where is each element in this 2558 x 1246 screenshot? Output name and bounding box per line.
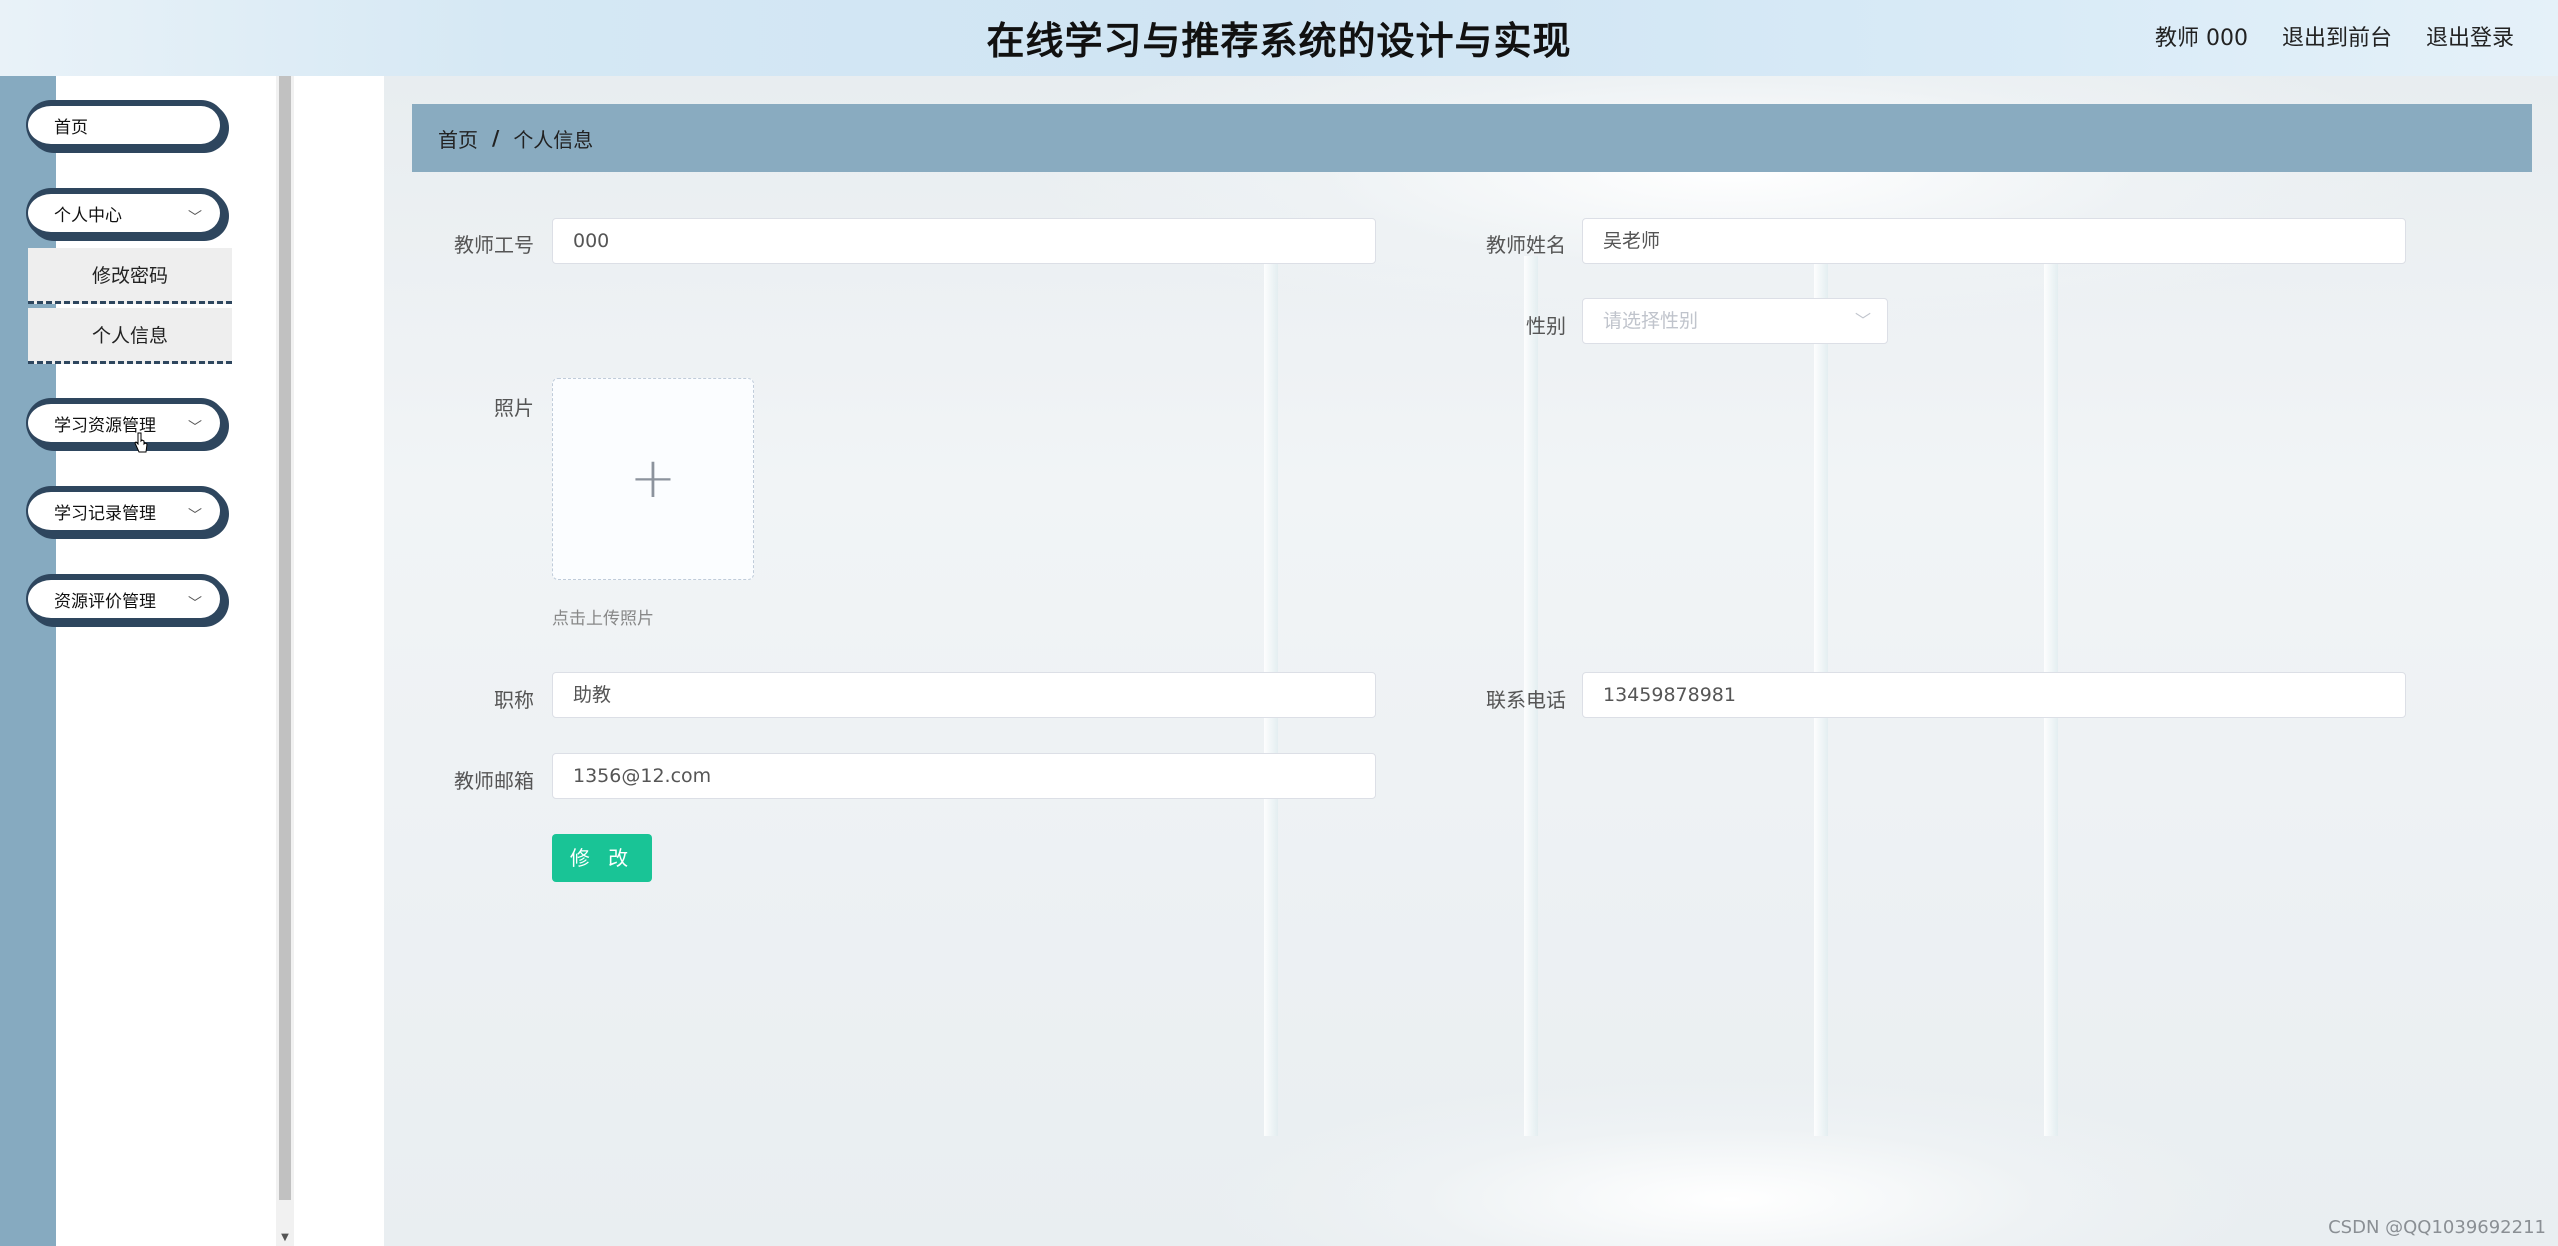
scroll-down-icon[interactable]: ▼ — [279, 1232, 291, 1244]
hand-cursor-icon — [134, 432, 148, 453]
gender-select-placeholder: 请选择性别 — [1603, 310, 1699, 332]
submenu-personal-info[interactable]: 个人信息 — [28, 308, 232, 364]
current-user: 教师 000 — [2154, 26, 2248, 51]
job-title-input[interactable]: 助教 — [552, 672, 1376, 718]
gender-select[interactable]: 请选择性别 ﹀ — [1582, 298, 1888, 344]
modify-button[interactable]: 修 改 — [552, 834, 652, 882]
breadcrumb: 首页 / 个人信息 — [412, 104, 2532, 172]
breadcrumb-current: 个人信息 — [513, 127, 594, 152]
sidebar-spacer — [294, 76, 384, 1246]
chevron-down-icon: ﹀ — [188, 210, 202, 226]
photo-label: 照片 — [494, 396, 534, 420]
sidebar-item-label: 学习记录管理 — [54, 503, 156, 524]
exit-to-front-link[interactable]: 退出到前台 — [2282, 20, 2392, 52]
watermark: CSDN @QQ1039692211 — [2328, 1217, 2546, 1238]
phone-input[interactable]: 13459878981 — [1582, 672, 2406, 718]
sidebar-item-label: 首页 — [54, 117, 88, 138]
teacher-name-label: 教师姓名 — [1486, 233, 1566, 257]
sidebar-scrollbar-thumb[interactable] — [279, 76, 291, 1200]
email-label: 教师邮箱 — [454, 769, 534, 793]
chevron-down-icon: ﹀ — [188, 508, 202, 524]
breadcrumb-separator: / — [492, 126, 500, 150]
teacher-id-label: 教师工号 — [454, 233, 534, 257]
sidebar-item-resource-management[interactable]: 学习资源管理 ﹀ — [26, 398, 226, 448]
chevron-down-icon: ﹀ — [188, 420, 202, 436]
teacher-id-input[interactable]: 000 — [552, 218, 1376, 264]
logout-link[interactable]: 退出登录 — [2426, 20, 2514, 52]
gender-label: 性别 — [1526, 314, 1566, 338]
teacher-name-input[interactable]: 吴老师 — [1582, 218, 2406, 264]
sidebar-item-label: 资源评价管理 — [54, 591, 156, 612]
phone-label: 联系电话 — [1486, 688, 1566, 712]
chevron-down-icon: ﹀ — [1854, 311, 1871, 330]
sidebar-item-home[interactable]: 首页 — [26, 100, 226, 150]
upload-hint: 点击上传照片 — [552, 609, 654, 629]
plus-icon: + — [629, 446, 677, 511]
photo-upload-box[interactable]: + — [552, 378, 754, 580]
submenu-change-password[interactable]: 修改密码 — [28, 248, 232, 304]
sidebar-item-label: 个人中心 — [54, 205, 122, 226]
chevron-down-icon: ﹀ — [188, 596, 202, 612]
sidebar-item-personal-center[interactable]: 个人中心 ﹀ — [26, 188, 226, 238]
breadcrumb-home[interactable]: 首页 — [438, 124, 478, 153]
top-header: 在线学习与推荐系统的设计与实现 教师 000 退出到前台 退出登录 — [0, 0, 2558, 76]
header-nav: 教师 000 退出到前台 退出登录 — [2155, 20, 2514, 52]
email-input[interactable]: 1356@12.com — [552, 753, 1376, 799]
sidebar-item-evaluation-management[interactable]: 资源评价管理 ﹀ — [26, 574, 226, 624]
sidebar-item-record-management[interactable]: 学习记录管理 ﹀ — [26, 486, 226, 536]
job-title-label: 职称 — [494, 688, 534, 712]
